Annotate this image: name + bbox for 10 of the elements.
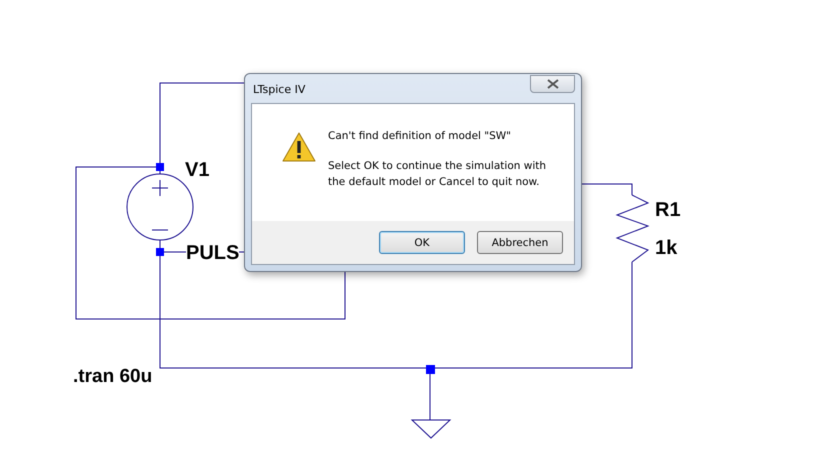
instruction-text: Select OK to continue the simulation with the default model or Cancel to quit now.: [328, 159, 546, 190]
dialog-title: LTspice IV: [253, 83, 306, 96]
close-icon: [546, 78, 558, 88]
cancel-button[interactable]: Abbrechen: [477, 231, 563, 254]
error-message: Can't find definition of model "SW": [328, 129, 512, 144]
close-button[interactable]: [530, 74, 575, 92]
ok-button[interactable]: OK: [379, 231, 465, 254]
resistor-symbol: [616, 194, 650, 262]
ground-symbol: [410, 420, 452, 439]
warning-icon: [282, 132, 316, 162]
